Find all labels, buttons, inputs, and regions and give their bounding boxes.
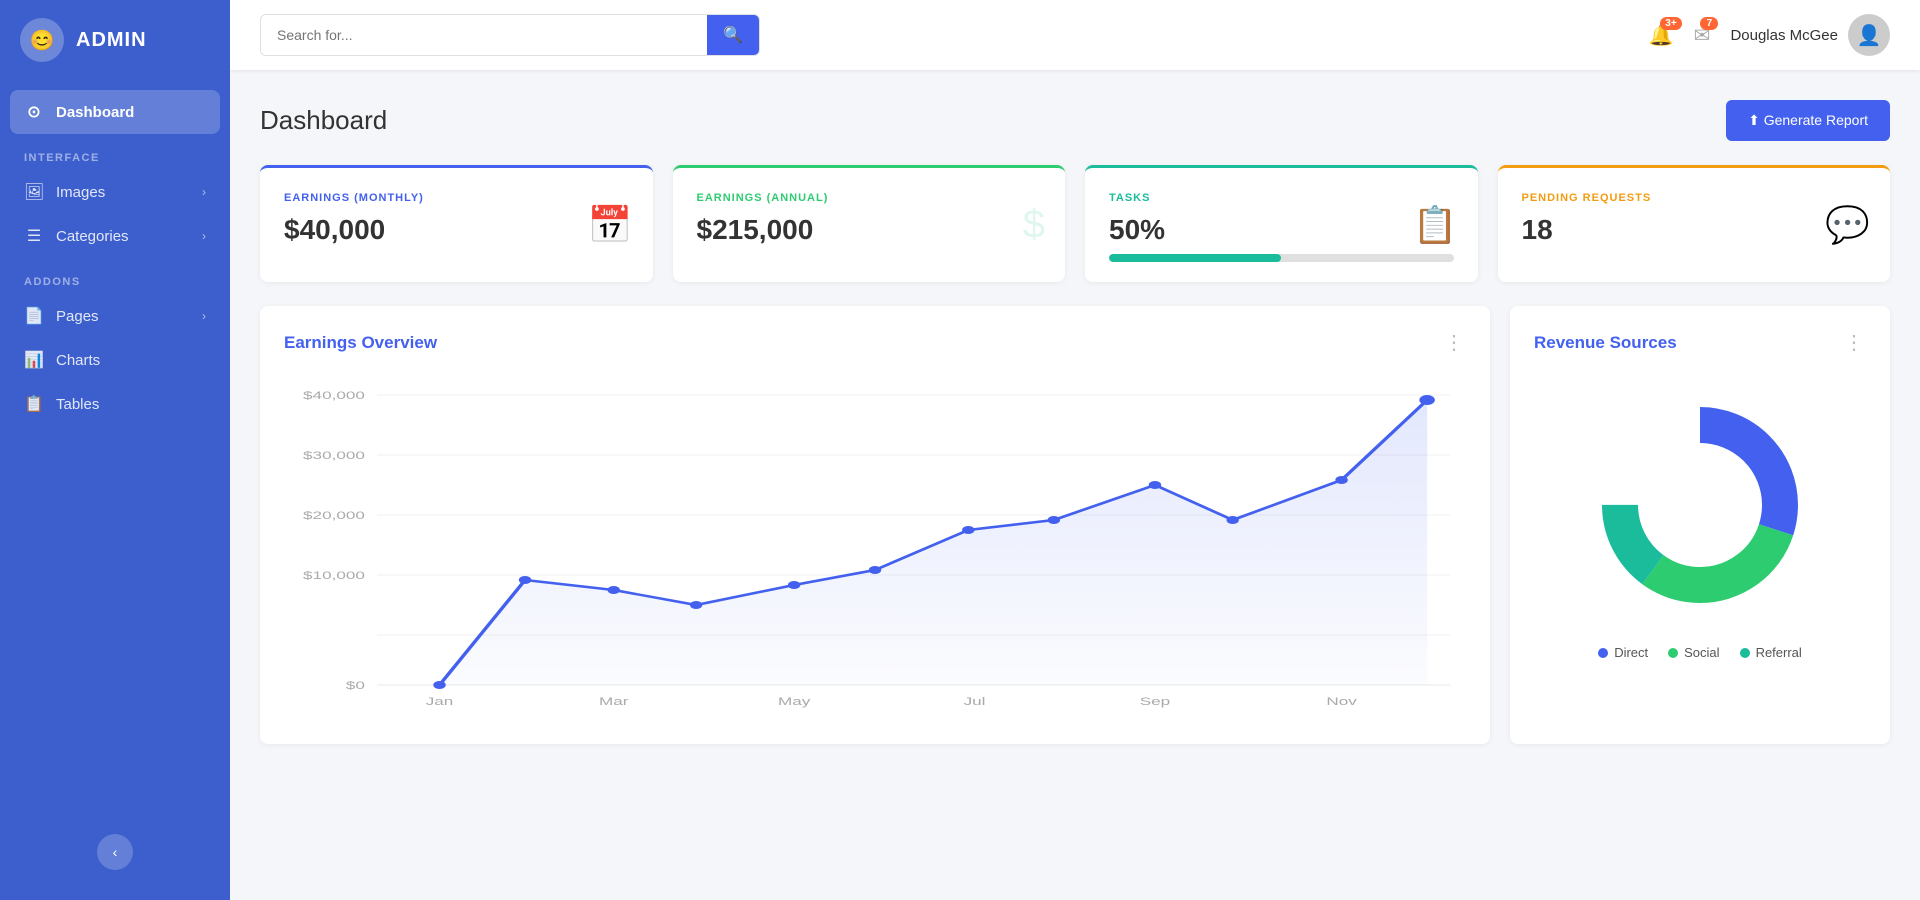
sidebar-item-label: Pages: [56, 308, 99, 325]
sidebar-item-pages[interactable]: 📄 Pages ›: [0, 294, 230, 338]
svg-text:May: May: [778, 696, 811, 708]
legend-label-referral: Referral: [1756, 645, 1802, 660]
stat-card-annual: EARNINGS (ANNUAL) $215,000 $: [673, 165, 1066, 282]
svg-text:$10,000: $10,000: [303, 570, 365, 582]
sidebar-item-charts[interactable]: 📊 Charts: [0, 338, 230, 382]
stat-value-tasks: 50%: [1109, 214, 1454, 246]
notifications-button[interactable]: 🔔 3+: [1649, 23, 1674, 48]
search-button[interactable]: 🔍: [707, 15, 759, 55]
page-header: Dashboard ⬆ Generate Report: [260, 100, 1890, 141]
sidebar-item-label: Images: [56, 184, 105, 201]
legend-label-direct: Direct: [1614, 645, 1648, 660]
notifications-badge: 3+: [1660, 17, 1681, 30]
earnings-chart-header: Earnings Overview ⋮: [284, 330, 1466, 355]
sidebar-section-interface: INTERFACE: [0, 134, 230, 170]
progress-bar-fill: [1109, 254, 1281, 262]
revenue-chart-card: Revenue Sources ⋮: [1510, 306, 1890, 744]
stat-value-monthly: $40,000: [284, 214, 629, 246]
earnings-line-chart: $40,000 $30,000 $20,000 $10,000 $0 Jan M…: [284, 375, 1466, 715]
donut-legend: Direct Social Referral: [1598, 645, 1802, 660]
earnings-chart-menu[interactable]: ⋮: [1444, 330, 1466, 355]
legend-label-social: Social: [1684, 645, 1719, 660]
sidebar-collapse-button[interactable]: ‹: [97, 834, 133, 870]
progress-bar-background: [1109, 254, 1454, 262]
charts-row: Earnings Overview ⋮ $40,000 $30,000 $20,…: [260, 306, 1890, 744]
chevron-right-icon: ›: [202, 229, 206, 243]
svg-text:$40,000: $40,000: [303, 390, 365, 402]
svg-text:$30,000: $30,000: [303, 450, 365, 462]
dollar-icon: $: [1023, 203, 1045, 248]
stat-card-monthly: EARNINGS (MONTHLY) $40,000 📅: [260, 165, 653, 282]
svg-text:Jul: Jul: [964, 696, 986, 708]
svg-text:$20,000: $20,000: [303, 510, 365, 522]
sidebar-item-categories[interactable]: ☰ Categories ›: [0, 214, 230, 258]
svg-text:Jan: Jan: [426, 696, 454, 708]
dashboard-icon: ⊙: [24, 102, 44, 122]
logo-icon: 😊: [20, 18, 64, 62]
calendar-icon: 📅: [588, 204, 633, 246]
sidebar-section-addons: ADDONS: [0, 258, 230, 294]
earnings-chart-card: Earnings Overview ⋮ $40,000 $30,000 $20,…: [260, 306, 1490, 744]
chevron-right-icon: ›: [202, 309, 206, 323]
donut-chart: [1580, 385, 1820, 625]
messages-badge: 7: [1700, 17, 1718, 30]
header-actions: 🔔 3+ ✉ 7 Douglas McGee 👤: [1649, 14, 1890, 56]
tables-icon: 📋: [24, 394, 44, 414]
images-icon: 🖼: [24, 182, 44, 202]
revenue-chart-menu[interactable]: ⋮: [1844, 330, 1866, 355]
stat-value-annual: $215,000: [697, 214, 1042, 246]
sidebar-item-dashboard[interactable]: ⊙ Dashboard: [10, 90, 220, 134]
content-area: Dashboard ⬆ Generate Report EARNINGS (MO…: [230, 70, 1920, 900]
social-dot: [1668, 648, 1678, 658]
sidebar-nav: ⊙ Dashboard INTERFACE 🖼 Images › ☰ Categ…: [0, 80, 230, 900]
sidebar-item-label: Charts: [56, 352, 100, 369]
page-title: Dashboard: [260, 105, 387, 136]
sidebar-item-tables[interactable]: 📋 Tables: [0, 382, 230, 426]
messages-button[interactable]: ✉ 7: [1694, 23, 1711, 48]
stats-row: EARNINGS (MONTHLY) $40,000 📅 EARNINGS (A…: [260, 165, 1890, 282]
direct-dot: [1598, 648, 1608, 658]
svg-text:$0: $0: [346, 680, 365, 692]
sidebar-logo[interactable]: 😊 ADMIN: [0, 0, 230, 80]
stat-label-pending: PENDING REQUESTS: [1522, 192, 1867, 204]
categories-icon: ☰: [24, 226, 44, 246]
stat-card-pending: PENDING REQUESTS 18 💬: [1498, 165, 1891, 282]
chevron-right-icon: ›: [202, 185, 206, 199]
svg-text:Mar: Mar: [599, 696, 629, 708]
svg-text:Nov: Nov: [1326, 696, 1357, 708]
legend-referral: Referral: [1740, 645, 1802, 660]
chat-icon: 💬: [1825, 204, 1870, 246]
stat-label-monthly: EARNINGS (MONTHLY): [284, 192, 629, 204]
sidebar: 😊 ADMIN ⊙ Dashboard INTERFACE 🖼 Images ›…: [0, 0, 230, 900]
clipboard-icon: 📋: [1413, 204, 1458, 246]
sidebar-item-label: Dashboard: [56, 104, 134, 121]
svg-text:Sep: Sep: [1140, 696, 1170, 708]
stat-label-annual: EARNINGS (ANNUAL): [697, 192, 1042, 204]
logo-text: ADMIN: [76, 29, 147, 52]
header: 🔍 🔔 3+ ✉ 7 Douglas McGee 👤: [230, 0, 1920, 70]
referral-dot: [1740, 648, 1750, 658]
earnings-chart-title: Earnings Overview: [284, 333, 437, 353]
donut-chart-area: Direct Social Referral: [1534, 375, 1866, 660]
legend-direct: Direct: [1598, 645, 1648, 660]
user-name: Douglas McGee: [1730, 27, 1838, 44]
revenue-chart-title: Revenue Sources: [1534, 333, 1677, 353]
sidebar-item-label: Tables: [56, 396, 99, 413]
pages-icon: 📄: [24, 306, 44, 326]
stat-value-pending: 18: [1522, 214, 1867, 246]
main-content: 🔍 🔔 3+ ✉ 7 Douglas McGee 👤 Dashboard ⬆ G…: [230, 0, 1920, 900]
generate-report-button[interactable]: ⬆ Generate Report: [1726, 100, 1890, 141]
sidebar-item-images[interactable]: 🖼 Images ›: [0, 170, 230, 214]
search-input[interactable]: [261, 17, 707, 53]
search-bar[interactable]: 🔍: [260, 14, 760, 56]
legend-social: Social: [1668, 645, 1719, 660]
task-progress: [1109, 254, 1454, 262]
revenue-chart-header: Revenue Sources ⋮: [1534, 330, 1866, 355]
stat-card-tasks: TASKS 50% 📋: [1085, 165, 1478, 282]
avatar: 👤: [1848, 14, 1890, 56]
sidebar-item-label: Categories: [56, 228, 129, 245]
user-info[interactable]: Douglas McGee 👤: [1730, 14, 1890, 56]
stat-label-tasks: TASKS: [1109, 192, 1454, 204]
charts-icon: 📊: [24, 350, 44, 370]
